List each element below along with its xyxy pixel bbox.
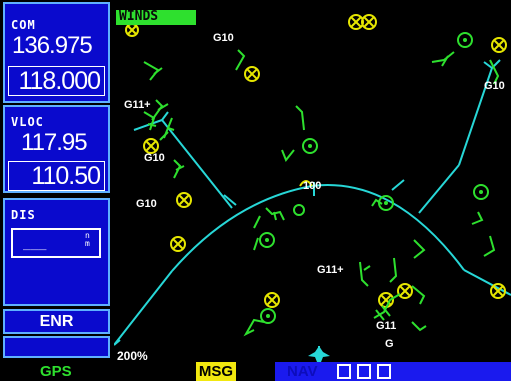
gps-annunciator: GPS: [40, 363, 72, 380]
vor-symbols: [259, 32, 489, 324]
annunciator-box: [3, 336, 110, 358]
vloc-standby-frequency[interactable]: 117.95: [21, 129, 88, 157]
vloc-active-field[interactable]: 110.50: [8, 161, 105, 191]
status-bar: GPS MSG NAV: [0, 362, 511, 381]
airport-symbols: [125, 14, 507, 308]
vor-dots: [265, 38, 483, 318]
airport-label: G: [385, 338, 394, 350]
zoom-level: 200%: [117, 349, 148, 363]
dis-unit: nm: [85, 231, 90, 248]
vloc-label: VLOC: [11, 115, 44, 129]
range-ring: [114, 59, 511, 346]
com-window[interactable]: COM 136.975 118.000: [3, 2, 110, 103]
annunciator-block: [337, 364, 351, 379]
dis-value: ___: [23, 236, 47, 251]
left-data-panel: COM 136.975 118.000 VLOC 117.95 110.50 D…: [0, 0, 114, 381]
airport-label: G11+: [317, 264, 344, 276]
com-label: COM: [11, 18, 36, 32]
annunciator-block: [357, 364, 371, 379]
dis-value-field: ___ nm: [11, 228, 101, 258]
nav-label: NAV: [287, 363, 318, 380]
vloc-window[interactable]: VLOC 117.95 110.50: [3, 105, 110, 193]
nav-annunciator: NAV: [275, 362, 511, 381]
com-standby-frequency[interactable]: 136.975: [12, 32, 93, 60]
airport-label: G11+: [124, 99, 151, 111]
com-active-field[interactable]: 118.000: [8, 66, 105, 96]
wind-barb-icon: [143, 49, 500, 337]
winds-legend: WINDS: [116, 9, 196, 25]
winds-label: WINDS: [119, 9, 159, 24]
com-active-frequency: 118.000: [18, 67, 101, 95]
vloc-active-frequency: 110.50: [31, 162, 101, 190]
cdi-mode-label: ENR: [39, 313, 74, 330]
msg-annunciator[interactable]: MSG: [196, 362, 236, 381]
dis-window[interactable]: DIS ___ nm: [3, 198, 110, 306]
airport-label: G10: [213, 32, 234, 44]
annunciator-block: [377, 364, 391, 379]
dis-label: DIS: [11, 208, 36, 222]
gps-display: WINDS 100 G10 G11+ G10 G10 G10 G11+ G11 …: [0, 0, 511, 381]
airport-label: G11: [376, 320, 397, 332]
range-ring-label: 100: [303, 180, 322, 192]
cdi-mode-box: ENR: [3, 309, 110, 334]
airport-label: G10: [484, 80, 505, 92]
airport-label: G10: [136, 198, 157, 210]
airport-label: G10: [144, 152, 165, 164]
